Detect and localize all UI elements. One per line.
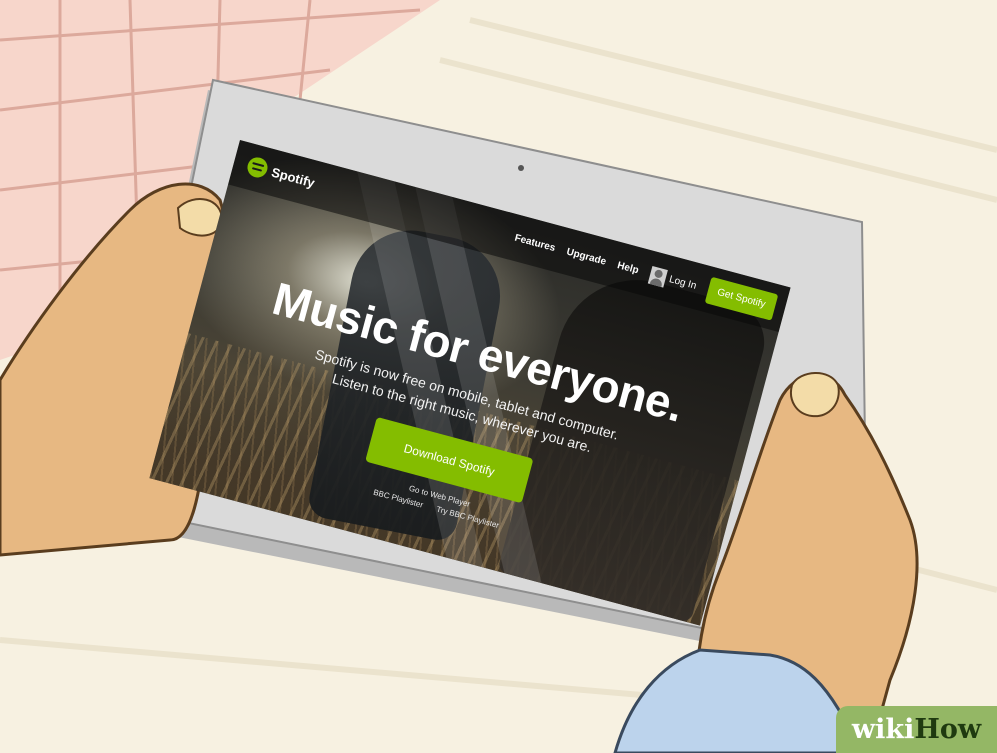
scene-foreground xyxy=(613,372,919,753)
wikihow-logo: wiki How xyxy=(836,706,997,753)
illustration: Spotify Features Upgrade Help Log In Get… xyxy=(0,0,997,753)
right-thumbnail xyxy=(790,372,840,418)
wikihow-logo-part2: How xyxy=(914,714,982,745)
wikihow-logo-part1: wiki xyxy=(851,714,915,745)
